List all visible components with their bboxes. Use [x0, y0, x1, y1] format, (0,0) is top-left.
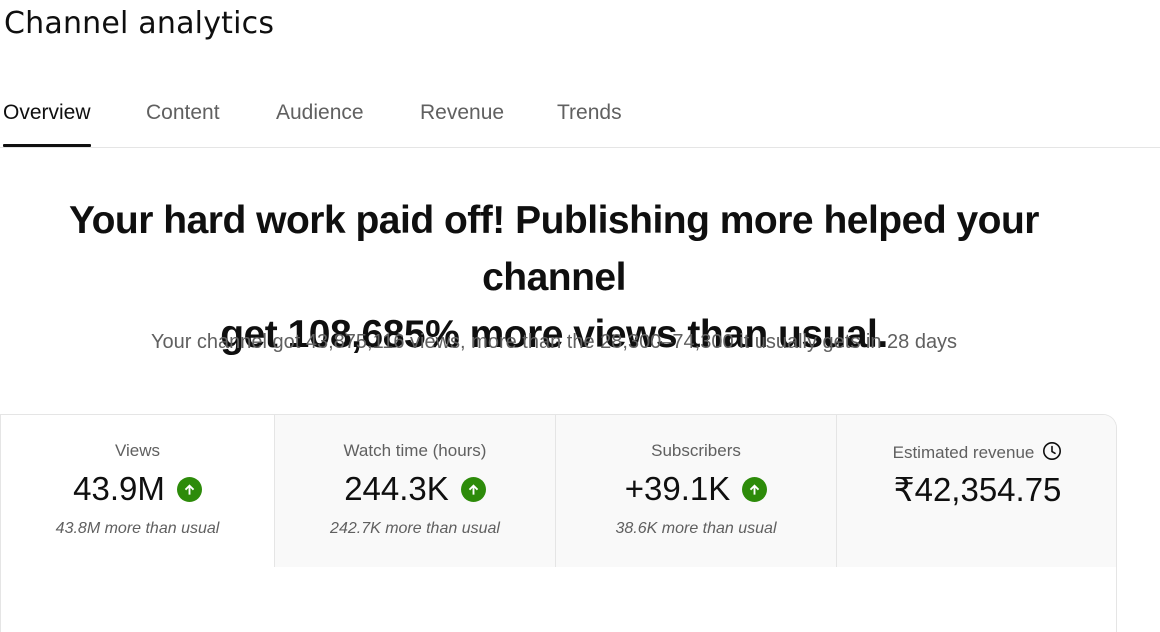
metric-note: 43.8M more than usual — [55, 520, 220, 537]
metric-note: 242.7K more than usual — [330, 520, 500, 537]
insight-headline-line-1: Your hard work paid off! Publishing more… — [68, 199, 1040, 299]
tab-content[interactable]: Content — [146, 92, 220, 147]
insight-subline: Your channel got 43,875,116 views, more … — [150, 331, 958, 353]
arrow-up-icon — [468, 483, 478, 495]
trend-up-icon — [176, 476, 202, 502]
trend-up-icon — [460, 476, 486, 502]
metric-value-row: 244.3K — [275, 469, 555, 509]
metric-card-watch-time[interactable]: Watch time (hours) 244.3K 242.7K more th… — [274, 415, 555, 567]
metric-value: 244.3K — [344, 470, 449, 507]
metric-card-views[interactable]: Views 43.9M 43.8M more than usual — [1, 415, 274, 567]
metric-label: Views — [114, 441, 161, 460]
metric-label-text: Estimated revenue — [892, 443, 1035, 462]
clock-icon[interactable] — [1042, 441, 1062, 461]
metric-value: ₹42,354.75 — [893, 470, 1062, 508]
metric-label: Subscribers — [651, 441, 741, 460]
metric-cards: Views 43.9M 43.8M more than usual Watch … — [0, 414, 1117, 632]
metric-value: +39.1K — [624, 470, 731, 507]
metric-note: 38.6K more than usual — [615, 520, 777, 537]
arrow-up-icon — [184, 483, 195, 495]
metric-card-estimated-revenue[interactable]: Estimated revenue ₹42,354.75 — [836, 415, 1116, 567]
tab-audience[interactable]: Audience — [276, 92, 364, 147]
metric-value-row: 43.9M — [1, 469, 274, 509]
channel-analytics-page: Channel analytics Overview Content Audie… — [0, 0, 1160, 632]
metric-label: Estimated revenue — [837, 441, 1116, 463]
analytics-tabs: Overview Content Audience Revenue Trends — [0, 92, 1160, 148]
metric-value: 43.9M — [73, 470, 165, 507]
tab-trends[interactable]: Trends — [557, 92, 622, 147]
metric-label: Watch time (hours) — [343, 441, 487, 460]
metric-card-subscribers[interactable]: Subscribers +39.1K 38.6K more than usual — [555, 415, 836, 567]
trend-up-icon — [742, 476, 768, 502]
tab-revenue[interactable]: Revenue — [420, 92, 504, 147]
metric-value-row: ₹42,354.75 — [837, 469, 1116, 509]
tab-overview[interactable]: Overview — [3, 92, 91, 147]
metric-value-row: +39.1K — [556, 469, 836, 509]
page-title: Channel analytics — [4, 6, 275, 41]
arrow-up-icon — [750, 483, 760, 495]
